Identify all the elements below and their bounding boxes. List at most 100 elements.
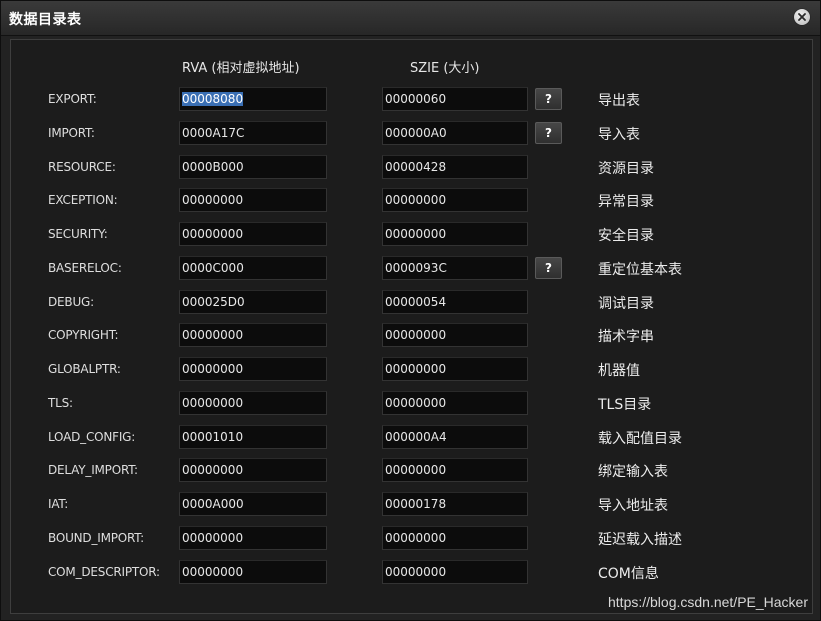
- rva-field-iat[interactable]: 0000A000: [179, 492, 327, 516]
- size-value: 00000000: [385, 396, 447, 410]
- row-description-copyright: 描术字串: [598, 329, 654, 345]
- rva-field-import[interactable]: 0000A17C: [179, 121, 327, 145]
- row-label-resource: RESOURCE:: [48, 160, 116, 174]
- rva-field-load-config[interactable]: 00001010: [179, 425, 327, 449]
- rva-value: 0000B000: [182, 160, 244, 174]
- row-label-export: EXPORT:: [48, 92, 97, 106]
- row-description-basereloc: 重定位基本表: [598, 262, 682, 278]
- size-field-resource[interactable]: 00000428: [382, 155, 528, 179]
- rva-value: 00000000: [182, 328, 244, 342]
- size-value: 00000000: [385, 227, 447, 241]
- window-title: 数据目录表: [9, 12, 82, 28]
- row-label-import: IMPORT:: [48, 126, 95, 140]
- row-label-basereloc: BASERELOC:: [48, 261, 122, 275]
- rva-value: 00000000: [182, 193, 244, 207]
- size-field-import[interactable]: 000000A0: [382, 121, 528, 145]
- size-field-globalptr[interactable]: 00000000: [382, 357, 528, 381]
- rva-field-export[interactable]: 00008080: [179, 87, 327, 111]
- rva-value: 00000000: [182, 531, 244, 545]
- size-field-load-config[interactable]: 000000A4: [382, 425, 528, 449]
- rva-field-resource[interactable]: 0000B000: [179, 155, 327, 179]
- row-description-security: 安全目录: [598, 228, 654, 244]
- row-description-debug: 调试目录: [598, 296, 654, 312]
- row-description-export: 导出表: [598, 93, 640, 109]
- row-label-globalptr: GLOBALPTR:: [48, 362, 121, 376]
- detail-button-export[interactable]: ?: [535, 88, 562, 110]
- row-label-delay-import: DELAY_IMPORT:: [48, 463, 138, 477]
- row-description-com-descriptor: COM信息: [598, 566, 659, 582]
- size-value: 00000000: [385, 362, 447, 376]
- row-description-globalptr: 机器值: [598, 363, 640, 379]
- size-value: 00000000: [385, 463, 447, 477]
- size-field-bound-import[interactable]: 00000000: [382, 526, 528, 550]
- close-button[interactable]: [794, 9, 810, 25]
- size-field-copyright[interactable]: 00000000: [382, 323, 528, 347]
- row-label-bound-import: BOUND_IMPORT:: [48, 531, 144, 545]
- row-description-resource: 资源目录: [598, 161, 654, 177]
- detail-button-basereloc[interactable]: ?: [535, 257, 562, 279]
- row-label-exception: EXCEPTION:: [48, 193, 118, 207]
- rva-value: 00008080: [182, 92, 244, 106]
- detail-button-import[interactable]: ?: [535, 122, 562, 144]
- size-value: 00000000: [385, 531, 447, 545]
- row-description-load-config: 载入配值目录: [598, 431, 682, 447]
- rva-column-header: RVA (相对虚拟地址): [182, 61, 300, 76]
- size-field-tls[interactable]: 00000000: [382, 391, 528, 415]
- rva-field-basereloc[interactable]: 0000C000: [179, 256, 327, 280]
- rva-field-tls[interactable]: 00000000: [179, 391, 327, 415]
- size-field-com-descriptor[interactable]: 00000000: [382, 560, 528, 584]
- size-value: 000000A0: [385, 126, 447, 140]
- size-value: 00000000: [385, 193, 447, 207]
- rva-value: 000025D0: [182, 295, 245, 309]
- size-field-export[interactable]: 00000060: [382, 87, 528, 111]
- size-value: 0000093C: [385, 261, 447, 275]
- title-bar[interactable]: 数据目录表: [1, 1, 820, 36]
- data-directory-window: 数据目录表 RVA (相对虚拟地址) SZIE (大小) EXPORT: 0000…: [0, 0, 821, 621]
- row-description-import: 导入表: [598, 127, 640, 143]
- size-value: 00000428: [385, 160, 447, 174]
- row-label-iat: IAT:: [48, 497, 69, 511]
- size-value: 000000A4: [385, 430, 447, 444]
- row-label-debug: DEBUG:: [48, 295, 94, 309]
- rva-value: 00000000: [182, 227, 244, 241]
- row-label-security: SECURITY:: [48, 227, 108, 241]
- size-value: 00000000: [385, 565, 447, 579]
- watermark: https://blog.csdn.net/PE_Hacker: [608, 594, 808, 610]
- size-column-header: SZIE (大小): [410, 61, 480, 76]
- size-field-debug[interactable]: 00000054: [382, 290, 528, 314]
- row-description-delay-import: 绑定输入表: [598, 464, 668, 480]
- rva-value: 0000C000: [182, 261, 244, 275]
- rva-field-com-descriptor[interactable]: 00000000: [179, 560, 327, 584]
- rva-value: 0000A17C: [182, 126, 245, 140]
- rva-field-exception[interactable]: 00000000: [179, 188, 327, 212]
- row-label-load-config: LOAD_CONFIG:: [48, 430, 136, 444]
- size-field-basereloc[interactable]: 0000093C: [382, 256, 528, 280]
- size-field-delay-import[interactable]: 00000000: [382, 458, 528, 482]
- rva-value: 00000000: [182, 396, 244, 410]
- rva-field-copyright[interactable]: 00000000: [179, 323, 327, 347]
- size-value: 00000178: [385, 497, 447, 511]
- size-value: 00000000: [385, 328, 447, 342]
- size-value: 00000054: [385, 295, 447, 309]
- rva-value: 00000000: [182, 362, 244, 376]
- size-field-iat[interactable]: 00000178: [382, 492, 528, 516]
- rva-field-security[interactable]: 00000000: [179, 222, 327, 246]
- rva-value: 00001010: [182, 430, 244, 444]
- row-description-tls: TLS目录: [598, 397, 652, 413]
- row-description-bound-import: 延迟载入描述: [598, 532, 682, 548]
- rva-field-debug[interactable]: 000025D0: [179, 290, 327, 314]
- row-label-copyright: COPYRIGHT:: [48, 328, 119, 342]
- rva-value: 0000A000: [182, 497, 244, 511]
- rva-field-bound-import[interactable]: 00000000: [179, 526, 327, 550]
- rva-field-globalptr[interactable]: 00000000: [179, 357, 327, 381]
- rva-field-delay-import[interactable]: 00000000: [179, 458, 327, 482]
- row-description-iat: 导入地址表: [598, 498, 668, 514]
- size-field-security[interactable]: 00000000: [382, 222, 528, 246]
- row-label-com-descriptor: COM_DESCRIPTOR:: [48, 565, 160, 579]
- size-value: 00000060: [385, 92, 447, 106]
- row-description-exception: 异常目录: [598, 194, 654, 210]
- close-icon: [798, 13, 806, 21]
- size-field-exception[interactable]: 00000000: [382, 188, 528, 212]
- rva-value: 00000000: [182, 463, 244, 477]
- row-label-tls: TLS:: [48, 396, 73, 410]
